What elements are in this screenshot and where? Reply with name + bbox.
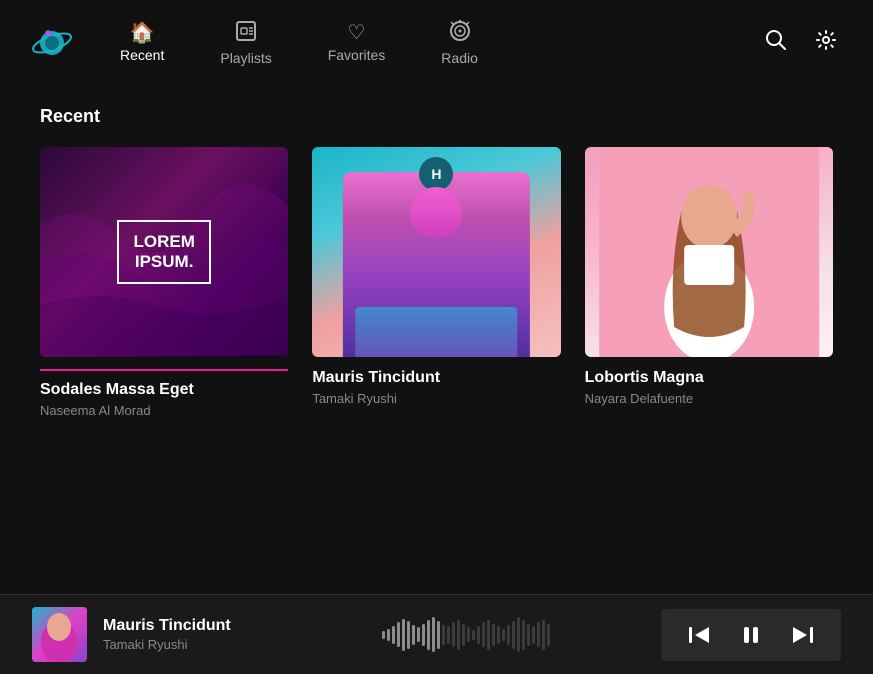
nav-label-playlists: Playlists [220,50,271,66]
home-icon: 🏠 [130,23,155,43]
radio-icon [449,20,471,46]
nav-item-recent[interactable]: 🏠 Recent [112,19,172,67]
pause-button[interactable] [737,621,765,649]
nav-item-radio[interactable]: Radio [433,16,486,70]
nav: 🏠 Recent Playlists ♡ Favorites [112,16,721,70]
card-mauris[interactable]: H Mauris Tincidunt Tamaki Ryushi [312,147,560,418]
header-actions [761,25,841,61]
now-playing-title: Mauris Tincidunt [103,617,362,635]
playback-controls [661,609,841,661]
now-playing-artist: Tamaki Ryushi [103,637,362,652]
header: 🏠 Recent Playlists ♡ Favorites [0,0,873,86]
card-progress-bar [40,369,288,371]
section-title: Recent [40,106,833,127]
prev-button[interactable] [685,621,713,649]
card-lobortis[interactable]: Lobortis Magna Nayara Delafuente [585,147,833,418]
card-image-mauris: H [312,147,560,357]
main-content: Recent LOREM IPSUM. [0,86,873,594]
card-title-mauris: Mauris Tincidunt [312,369,560,387]
card-lorem-line1: LOREM [133,232,194,252]
playlists-icon [235,20,257,46]
now-playing-info: Mauris Tincidunt Tamaki Ryushi [103,617,362,652]
card-image-sodales: LOREM IPSUM. [40,147,288,357]
card-lorem-line2: IPSUM. [133,252,194,272]
card-subtitle-lobortis: Nayara Delafuente [585,391,833,406]
next-button[interactable] [789,621,817,649]
waveform-visualization [382,615,641,655]
cards-row: LOREM IPSUM. Sodales Massa Eget Naseema … [40,147,833,418]
nav-label-recent: Recent [120,47,164,63]
nav-label-favorites: Favorites [328,47,386,63]
card-sodales[interactable]: LOREM IPSUM. Sodales Massa Eget Naseema … [40,147,288,418]
logo [32,21,72,66]
card-subtitle-mauris: Tamaki Ryushi [312,391,560,406]
search-button[interactable] [761,25,791,61]
card-title-lobortis: Lobortis Magna [585,369,833,387]
nav-item-favorites[interactable]: ♡ Favorites [320,19,394,67]
now-playing-bar: Mauris Tincidunt Tamaki Ryushi [0,594,873,674]
card-subtitle-sodales: Naseema Al Morad [40,403,288,418]
now-playing-thumbnail [32,607,87,662]
card-image-lobortis [585,147,833,357]
heart-icon: ♡ [348,23,366,43]
nav-label-radio: Radio [441,50,478,66]
card-title-sodales: Sodales Massa Eget [40,381,288,399]
settings-button[interactable] [811,25,841,61]
nav-item-playlists[interactable]: Playlists [212,16,279,70]
